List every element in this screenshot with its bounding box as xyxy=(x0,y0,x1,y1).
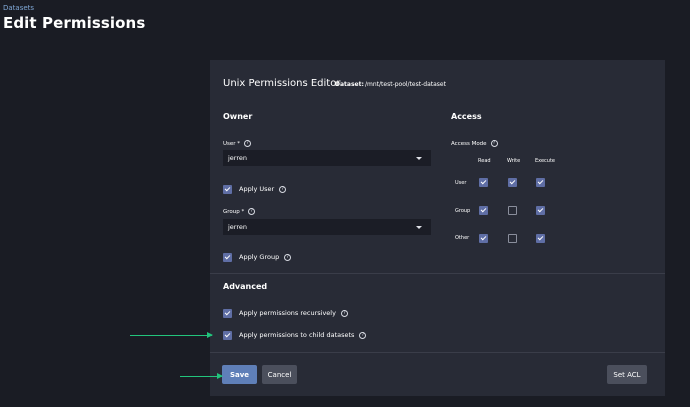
other-execute-checkbox[interactable] xyxy=(536,234,545,243)
save-button[interactable]: Save xyxy=(222,365,257,384)
set-acl-button[interactable]: Set ACL xyxy=(607,365,647,384)
user-field-label: User * ? xyxy=(223,140,252,147)
column-read: Read xyxy=(478,158,491,164)
user-help-icon[interactable]: ? xyxy=(244,140,252,147)
owner-section-title: Owner xyxy=(223,112,253,121)
apply-child-checkbox[interactable] xyxy=(223,331,232,340)
editor-title: Unix Permissions Editor xyxy=(223,78,341,89)
annotation-arrow-save xyxy=(180,373,223,379)
row-other-label: Other xyxy=(455,235,470,241)
apply-recursive-text: Apply permissions recursively xyxy=(239,309,336,317)
annotation-arrow-child-datasets xyxy=(130,332,213,338)
apply-recursive-checkbox[interactable] xyxy=(223,309,232,318)
access-section-title: Access xyxy=(451,112,482,121)
apply-group-text: Apply Group xyxy=(239,253,280,261)
section-divider xyxy=(210,273,665,274)
user-read-checkbox[interactable] xyxy=(479,178,488,187)
column-execute: Execute xyxy=(535,158,555,164)
permissions-editor-card: Unix Permissions Editor Dataset: /mnt/te… xyxy=(210,60,665,396)
row-user-label: User xyxy=(455,180,467,186)
chevron-down-icon xyxy=(416,156,422,160)
group-write-checkbox[interactable] xyxy=(508,206,517,215)
user-select[interactable]: jerren xyxy=(223,150,431,166)
other-write-checkbox[interactable] xyxy=(508,234,517,243)
apply-child-text: Apply permissions to child datasets xyxy=(239,331,355,339)
cancel-button[interactable]: Cancel xyxy=(262,365,297,384)
row-group-label: Group xyxy=(455,208,471,214)
advanced-section-title: Advanced xyxy=(223,282,268,291)
access-mode-label: Access Mode ? xyxy=(451,140,498,147)
group-select[interactable]: jerren xyxy=(223,219,431,235)
access-mode-text: Access Mode xyxy=(451,140,487,147)
dataset-label: Dataset: xyxy=(335,81,364,88)
apply-user-label: Apply User ? xyxy=(239,185,287,193)
user-write-checkbox[interactable] xyxy=(508,178,517,187)
apply-group-checkbox[interactable] xyxy=(223,253,232,262)
user-execute-checkbox[interactable] xyxy=(536,178,545,187)
apply-user-help-icon[interactable]: ? xyxy=(279,185,287,193)
access-mode-help-icon[interactable]: ? xyxy=(490,140,498,147)
dataset-path: /mnt/test-pool/test-dataset xyxy=(365,81,446,88)
apply-user-checkbox[interactable] xyxy=(223,185,232,194)
footer-divider xyxy=(210,352,665,353)
group-field-label: Group * ? xyxy=(223,208,256,215)
user-select-value: jerren xyxy=(228,154,248,162)
apply-recursive-help-icon[interactable]: ? xyxy=(340,309,348,317)
group-select-value: jerren xyxy=(228,223,248,231)
apply-recursive-label: Apply permissions recursively ? xyxy=(239,309,348,317)
group-help-icon[interactable]: ? xyxy=(248,208,256,215)
group-label-text: Group * xyxy=(223,208,245,215)
group-read-checkbox[interactable] xyxy=(479,206,488,215)
breadcrumb-datasets[interactable]: Datasets xyxy=(3,4,34,12)
apply-group-help-icon[interactable]: ? xyxy=(284,253,292,261)
other-read-checkbox[interactable] xyxy=(479,234,488,243)
user-label-text: User * xyxy=(223,140,241,147)
apply-child-help-icon[interactable]: ? xyxy=(359,331,367,339)
apply-child-label: Apply permissions to child datasets ? xyxy=(239,331,367,339)
group-execute-checkbox[interactable] xyxy=(536,206,545,215)
column-write: Write xyxy=(507,158,521,164)
chevron-down-icon xyxy=(416,225,422,229)
apply-user-text: Apply User xyxy=(239,185,275,193)
page-title: Edit Permissions xyxy=(3,14,146,32)
apply-group-label: Apply Group ? xyxy=(239,253,292,261)
